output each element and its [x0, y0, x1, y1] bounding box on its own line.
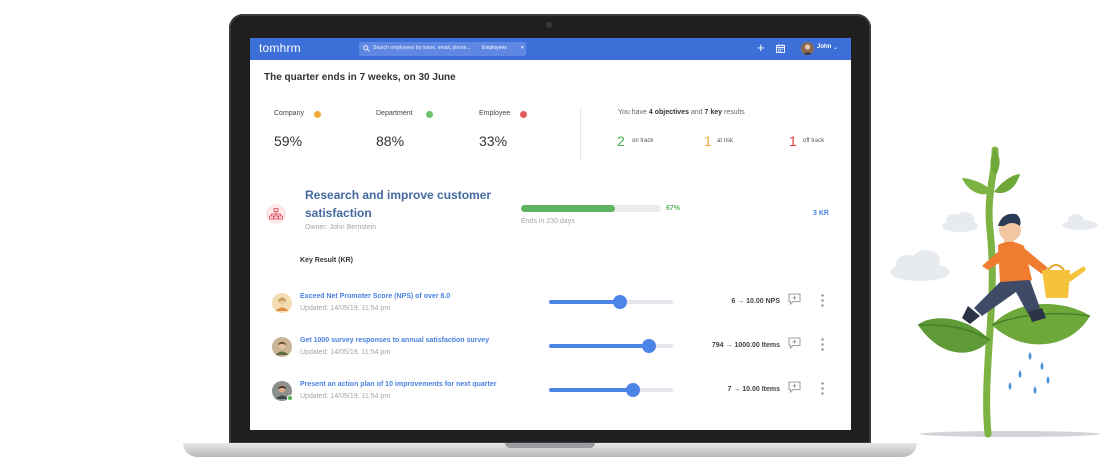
kr-row: Get 1000 survey responses to annual sati… — [250, 337, 851, 367]
app-logo[interactable]: tomhrm — [259, 41, 301, 55]
search-placeholder: Search employees by name, email, phone..… — [373, 45, 471, 51]
avatar — [272, 337, 292, 357]
stat-value-department: 88% — [376, 133, 405, 149]
off-track-label: off track — [803, 138, 825, 144]
kr-value: 7 → 10.00 Items — [727, 386, 780, 393]
cloud-icon — [890, 250, 950, 281]
kr-row: Present an action plan of 10 improvement… — [250, 381, 851, 411]
objective-progress-fill — [521, 205, 615, 212]
on-track-count: 2 — [617, 133, 625, 149]
at-risk-label: at risk — [717, 138, 734, 144]
top-nav: tomhrm Search employees by name, email, … — [250, 38, 851, 60]
laptop-notch — [505, 443, 595, 448]
kr-title[interactable]: Exceed Net Promoter Score (NPS) of over … — [300, 293, 450, 300]
off-track-count: 1 — [789, 133, 797, 149]
calendar-icon[interactable] — [776, 44, 785, 53]
at-risk-count: 1 — [704, 133, 712, 149]
summary-key-results: 7 key — [704, 109, 723, 116]
kr-progress-slider[interactable] — [549, 383, 673, 397]
search-category-select[interactable]: Employees — [482, 45, 507, 51]
on-track-label: on track — [632, 138, 654, 144]
kr-progress-fill — [549, 344, 650, 348]
kr-value: 794 → 1000.00 Items — [711, 342, 780, 349]
kr-progress-fill — [549, 300, 620, 304]
objectives-summary: You have 4 objectives and 7 key results — [618, 109, 745, 116]
kr-section-header: Key Result (KR) — [300, 257, 353, 264]
stat-label-employee: Employee — [479, 110, 511, 117]
kr-updated: Updated: 14/05/19, 11:54 pm — [300, 393, 391, 400]
kr-updated: Updated: 14/05/19, 11:54 pm — [300, 305, 391, 312]
divider — [580, 108, 581, 160]
chevron-down-icon[interactable]: ⌄ — [833, 44, 838, 51]
camera-icon — [546, 22, 552, 28]
objective-progress-label: 67% — [666, 205, 681, 212]
kr-progress-slider[interactable] — [549, 295, 673, 309]
kr-title[interactable]: Get 1000 survey responses to annual sati… — [300, 337, 489, 344]
more-vertical-icon[interactable] — [821, 294, 824, 307]
kr-slider-handle[interactable] — [642, 339, 657, 353]
online-status-dot — [287, 395, 293, 401]
kr-progress-fill — [549, 388, 634, 392]
comment-add-icon[interactable] — [788, 337, 801, 349]
stat-value-company: 59% — [274, 133, 303, 149]
kr-slider-handle[interactable] — [612, 295, 627, 309]
kr-title[interactable]: Present an action plan of 10 improvement… — [300, 381, 496, 388]
status-dot-department — [426, 111, 433, 118]
status-dot-company — [314, 111, 321, 118]
summary-suffix: results — [722, 109, 745, 116]
objective-owner: Owner: John Bernstein — [305, 224, 377, 231]
add-icon[interactable]: + — [757, 41, 765, 55]
avatar — [272, 293, 292, 313]
objective-title[interactable]: Research and improve customer satisfacti… — [305, 186, 520, 222]
kr-value: 6 → 10.00 NPS — [731, 298, 780, 305]
kr-slider-handle[interactable] — [626, 383, 641, 397]
objective-ends: Ends in 230 days — [521, 218, 575, 225]
comment-add-icon[interactable] — [788, 293, 801, 305]
kr-updated: Updated: 14/05/19, 11:54 pm — [300, 349, 391, 356]
summary-and: and — [688, 109, 705, 116]
kr-progress-slider[interactable] — [549, 339, 673, 353]
summary-objectives: 4 objectives — [648, 109, 689, 116]
stat-value-employee: 33% — [479, 133, 508, 149]
more-vertical-icon[interactable] — [821, 382, 824, 395]
search-input[interactable]: Search employees by name, email, phone..… — [359, 42, 526, 56]
cloud-icon — [942, 212, 978, 232]
chevron-down-icon[interactable]: ▾ — [521, 45, 524, 51]
beanstalk-illustration — [890, 146, 1100, 438]
user-name[interactable]: John — [817, 44, 831, 50]
more-vertical-icon[interactable] — [821, 338, 824, 351]
org-chart-icon — [266, 204, 286, 224]
stat-label-company: Company — [274, 110, 304, 117]
comment-add-icon[interactable] — [788, 381, 801, 393]
summary-prefix: You have — [618, 109, 649, 116]
objective-kr-count[interactable]: 3 KR — [813, 210, 829, 217]
user-avatar[interactable] — [801, 42, 814, 55]
status-dot-employee — [520, 111, 527, 118]
search-icon — [363, 45, 370, 52]
stat-label-department: Department — [376, 110, 413, 117]
objective-progress-bar — [521, 205, 661, 212]
cloud-icon — [1062, 214, 1098, 230]
quarter-heading: The quarter ends in 7 weeks, on 30 June — [264, 72, 456, 83]
app-screen: tomhrm Search employees by name, email, … — [250, 38, 851, 430]
kr-row: Exceed Net Promoter Score (NPS) of over … — [250, 293, 851, 323]
